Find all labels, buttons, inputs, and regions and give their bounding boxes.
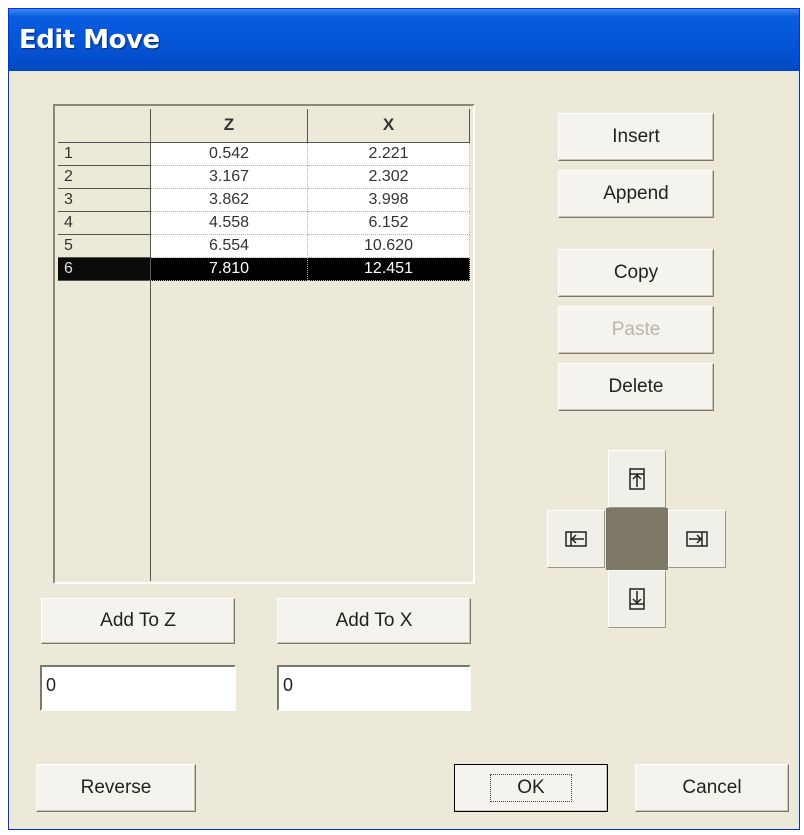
- reverse-button[interactable]: Reverse: [36, 764, 196, 812]
- insert-button[interactable]: Insert: [558, 113, 714, 161]
- points-table[interactable]: Z X 1 0.542 2.221 2 3.167 2.302 3 3.862 …: [53, 104, 475, 584]
- ok-button[interactable]: OK: [454, 764, 608, 812]
- row-header-selected[interactable]: 6: [58, 258, 151, 281]
- move-right-icon: [686, 531, 708, 547]
- row-header[interactable]: 1: [58, 143, 151, 166]
- paste-button[interactable]: Paste: [558, 306, 714, 354]
- title-bar[interactable]: Edit Move: [9, 9, 799, 71]
- cell-x[interactable]: 3.998: [308, 189, 470, 212]
- cell-z[interactable]: 3.167: [151, 166, 308, 189]
- row-header[interactable]: 4: [58, 212, 151, 235]
- cell-x[interactable]: 6.152: [308, 212, 470, 235]
- move-up-button[interactable]: [608, 450, 666, 508]
- move-pad-center: [606, 508, 668, 570]
- table-corner-header: [58, 109, 151, 143]
- copy-button[interactable]: Copy: [558, 249, 714, 297]
- column-header-z[interactable]: Z: [151, 109, 308, 143]
- cell-z-selected[interactable]: 7.810: [151, 258, 308, 281]
- row-header[interactable]: 3: [58, 189, 151, 212]
- cell-x[interactable]: 10.620: [308, 235, 470, 258]
- append-button[interactable]: Append: [558, 170, 714, 218]
- edit-move-dialog: Edit Move Z X 1 0.542 2.221 2 3.167 2.30…: [8, 8, 800, 830]
- move-left-icon: [565, 531, 587, 547]
- cell-z[interactable]: 4.558: [151, 212, 308, 235]
- add-to-x-input[interactable]: 0: [277, 665, 471, 711]
- row-header[interactable]: 2: [58, 166, 151, 189]
- move-down-button[interactable]: [608, 570, 666, 628]
- cell-z[interactable]: 6.554: [151, 235, 308, 258]
- cell-x[interactable]: 2.221: [308, 143, 470, 166]
- add-to-z-button[interactable]: Add To Z: [41, 598, 235, 644]
- add-to-z-input[interactable]: 0: [40, 665, 236, 711]
- move-up-icon: [629, 468, 645, 490]
- add-to-x-button[interactable]: Add To X: [277, 598, 471, 644]
- cell-x-selected[interactable]: 12.451: [308, 258, 470, 281]
- row-header-column-empty: [58, 281, 151, 581]
- cancel-button[interactable]: Cancel: [635, 764, 789, 812]
- cell-z[interactable]: 3.862: [151, 189, 308, 212]
- delete-button[interactable]: Delete: [558, 363, 714, 411]
- ok-button-label: OK: [490, 774, 572, 802]
- cell-x[interactable]: 2.302: [308, 166, 470, 189]
- cell-z[interactable]: 0.542: [151, 143, 308, 166]
- move-down-icon: [629, 588, 645, 610]
- move-left-button[interactable]: [547, 510, 605, 568]
- move-right-button[interactable]: [668, 510, 726, 568]
- column-header-x[interactable]: X: [308, 109, 470, 143]
- row-header[interactable]: 5: [58, 235, 151, 258]
- dialog-title: Edit Move: [19, 25, 160, 55]
